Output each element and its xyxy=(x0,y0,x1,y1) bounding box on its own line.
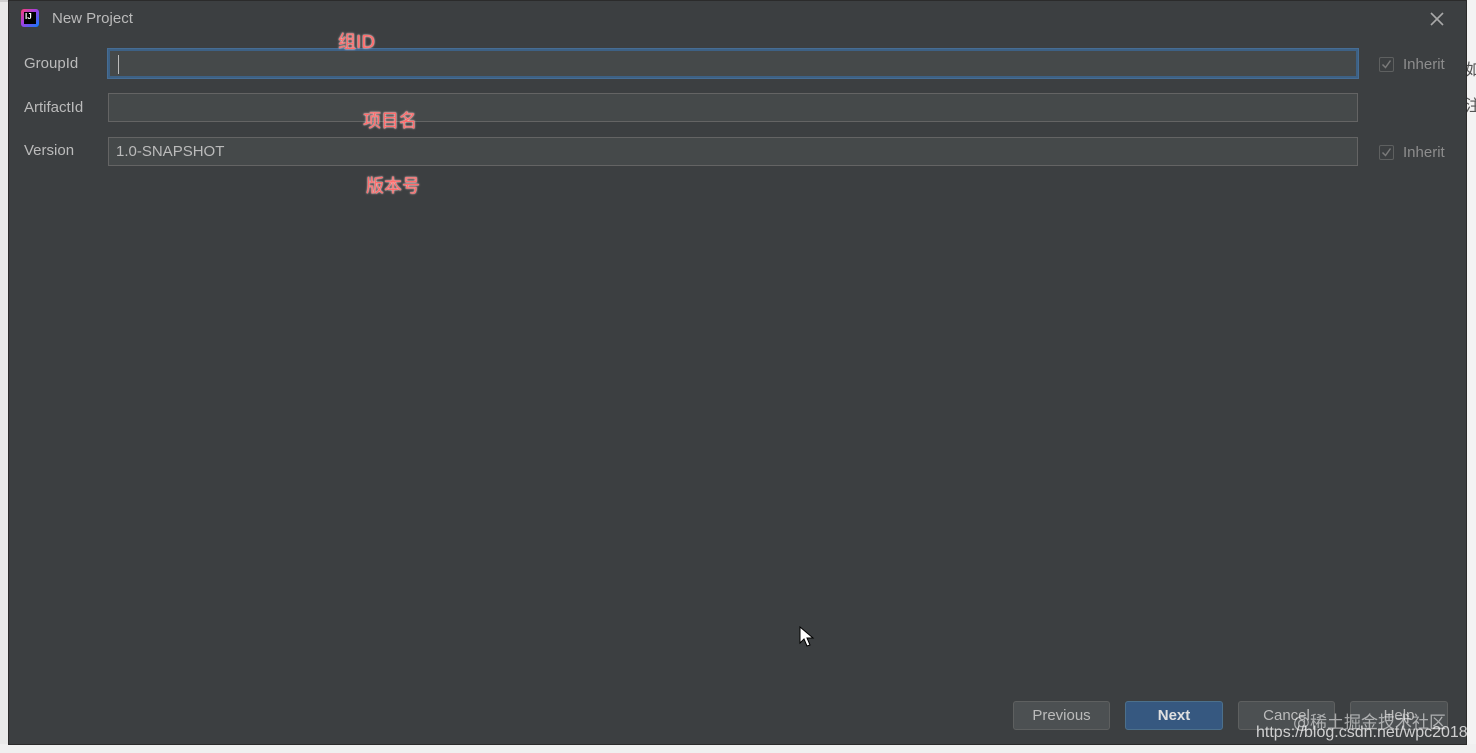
artifactid-annotation: 项目名 xyxy=(363,111,417,132)
next-button[interactable]: Next xyxy=(1125,701,1223,730)
groupid-inherit-label: Inherit xyxy=(1403,56,1445,73)
groupid-input[interactable] xyxy=(108,49,1358,78)
close-icon[interactable] xyxy=(1427,9,1447,29)
groupid-inherit-checkbox[interactable] xyxy=(1379,57,1394,72)
intellij-idea-icon: IJ xyxy=(21,9,39,27)
version-inherit-label: Inherit xyxy=(1403,144,1445,161)
artifactid-label: ArtifactId xyxy=(24,99,84,116)
new-project-dialog: IJ New Project GroupId Inherit ArtifactI… xyxy=(9,1,1466,744)
groupid-annotation: 组ID xyxy=(338,32,376,53)
background-glyph: 如 xyxy=(1465,60,1476,79)
version-value: 1.0-SNAPSHOT xyxy=(116,143,225,160)
version-inherit-checkbox[interactable] xyxy=(1379,145,1394,160)
background-window-bottom xyxy=(0,744,1476,753)
dialog-titlebar: IJ New Project xyxy=(9,1,1466,39)
background-glyph: 注 xyxy=(1465,96,1476,115)
dialog-title: New Project xyxy=(52,10,133,27)
artifactid-input[interactable] xyxy=(108,93,1358,122)
version-input[interactable]: 1.0-SNAPSHOT xyxy=(108,137,1358,166)
groupid-label: GroupId xyxy=(24,55,79,72)
mouse-pointer-icon xyxy=(799,625,815,652)
text-caret xyxy=(118,55,119,74)
version-annotation: 版本号 xyxy=(366,176,420,197)
watermark-url: https://blog.csdn.net/wpc2018 xyxy=(1256,724,1468,741)
previous-button[interactable]: Previous xyxy=(1013,701,1110,730)
version-label: Version xyxy=(24,142,75,159)
